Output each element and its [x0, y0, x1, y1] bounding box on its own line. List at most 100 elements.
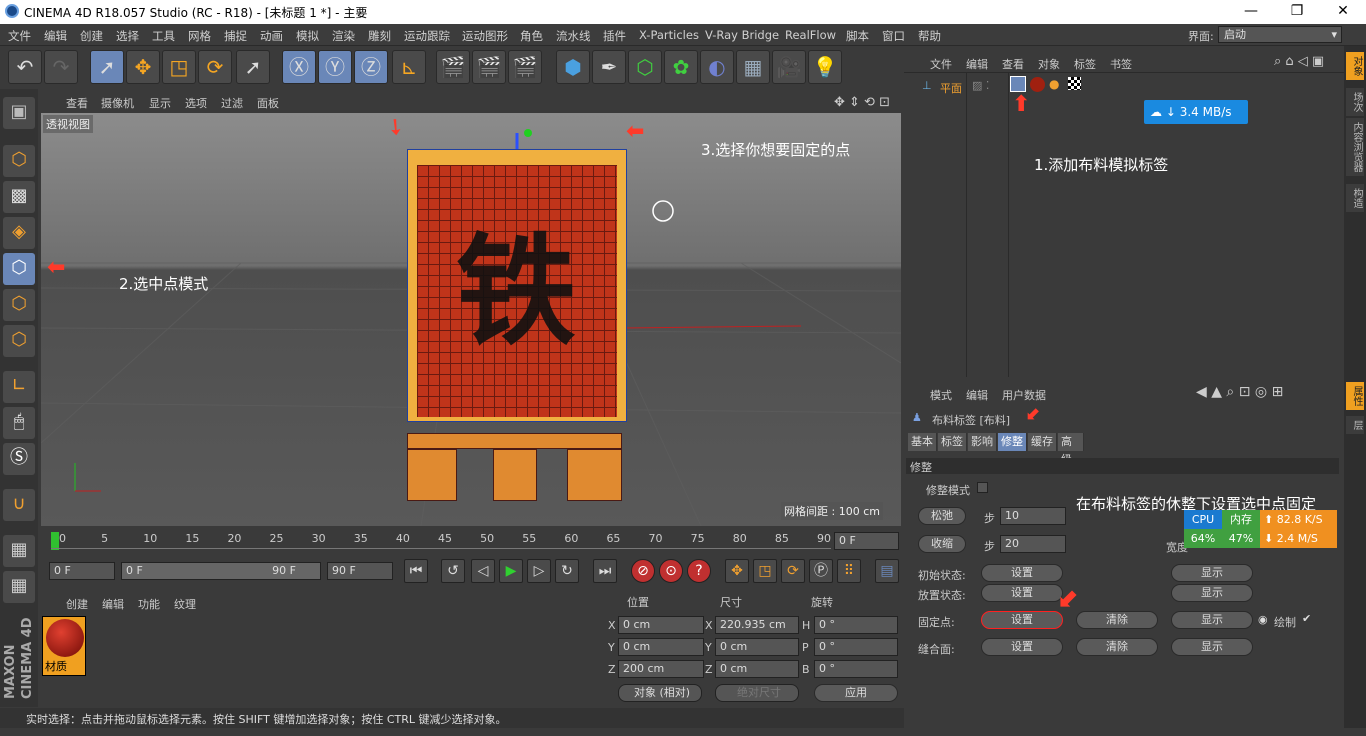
- render-view-button[interactable]: 🎬: [436, 50, 470, 84]
- tab-advanced[interactable]: 高级: [1058, 433, 1084, 466]
- key-position-button[interactable]: ✥: [725, 559, 749, 583]
- key-pla-button[interactable]: ⠿: [837, 559, 861, 583]
- material-menu-texture[interactable]: 纹理: [174, 596, 196, 612]
- menu-vray-bridge[interactable]: V-Ray Bridge: [705, 28, 779, 42]
- tab-basic[interactable]: 基本: [908, 433, 937, 451]
- draw-radio-icon[interactable]: ◉: [1258, 613, 1268, 626]
- fix-points-clear-button[interactable]: 清除: [1076, 611, 1158, 629]
- menu-file[interactable]: 文件: [8, 28, 31, 44]
- seam-clear-button[interactable]: 清除: [1076, 638, 1158, 656]
- tab-tag[interactable]: 标签: [938, 433, 967, 451]
- uvw-tag-icon[interactable]: [1068, 77, 1081, 90]
- size-x-field[interactable]: 220.935 cm: [715, 616, 799, 634]
- scale-tool-button[interactable]: ◳: [162, 50, 196, 84]
- rot-h-field[interactable]: 0 °: [814, 616, 898, 634]
- subdivision-surface-button[interactable]: ⬡: [628, 50, 662, 84]
- tab-influence[interactable]: 影响: [968, 433, 997, 451]
- material-tag-icon[interactable]: [1030, 77, 1045, 92]
- previous-key-button[interactable]: ↺: [441, 559, 465, 583]
- object-menu-objects[interactable]: 对象: [1038, 56, 1060, 72]
- viewport-menu-view[interactable]: 查看: [66, 95, 88, 111]
- menu-tools[interactable]: 工具: [152, 28, 175, 44]
- attr-menu-edit[interactable]: 编辑: [966, 387, 988, 403]
- menu-simulate[interactable]: 模拟: [296, 28, 319, 44]
- menu-render[interactable]: 渲染: [332, 28, 355, 44]
- go-to-start-button[interactable]: ⏮: [404, 559, 428, 583]
- tab-takes[interactable]: 场次: [1346, 88, 1364, 116]
- menu-animate[interactable]: 动画: [260, 28, 283, 44]
- menu-create[interactable]: 创建: [80, 28, 103, 44]
- pos-y-field[interactable]: 0 cm: [618, 638, 704, 656]
- live-select-button[interactable]: ➚: [90, 50, 124, 84]
- rot-b-field[interactable]: 0 °: [814, 660, 898, 678]
- menu-motion-tracking[interactable]: 运动跟踪: [404, 28, 450, 44]
- tab-dresser[interactable]: 修整: [998, 433, 1027, 451]
- tab-layers[interactable]: 层: [1346, 416, 1364, 434]
- tab-content-browser[interactable]: 内容浏览器: [1346, 118, 1364, 176]
- seam-set-button[interactable]: 设置: [981, 638, 1063, 656]
- tab-cache[interactable]: 缓存: [1028, 433, 1057, 451]
- menu-script[interactable]: 脚本: [846, 28, 869, 44]
- cloth-tag-icon[interactable]: [1010, 76, 1026, 92]
- make-editable-button[interactable]: ▣: [3, 97, 35, 129]
- menu-mograph[interactable]: 运动图形: [462, 28, 508, 44]
- attr-nav-icon[interactable]: ◀ ▲ ⌕ ⊡ ◎ ⊞: [1196, 384, 1283, 400]
- cube-object-button[interactable]: ⬢: [556, 50, 590, 84]
- snap-button[interactable]: Ⓢ: [3, 443, 35, 475]
- menu-edit[interactable]: 编辑: [44, 28, 67, 44]
- current-frame-field[interactable]: 0 F: [834, 532, 899, 550]
- close-button[interactable]: ✕: [1320, 0, 1366, 24]
- viewport-navigation-icon[interactable]: ✥ ⇕ ⟲ ⊡: [834, 95, 890, 110]
- render-picture-viewer-button[interactable]: 🎬: [472, 50, 506, 84]
- key-scale-button[interactable]: ◳: [753, 559, 777, 583]
- menu-x-particles[interactable]: X-Particles: [639, 28, 699, 42]
- initial-state-set-button[interactable]: 设置: [981, 564, 1063, 582]
- maximize-button[interactable]: ❐: [1274, 0, 1320, 24]
- initial-state-show-button[interactable]: 显示: [1171, 564, 1253, 582]
- viewport-menu-display[interactable]: 显示: [149, 95, 171, 111]
- object-menu-edit[interactable]: 编辑: [966, 56, 988, 72]
- object-menu-view[interactable]: 查看: [1002, 56, 1024, 72]
- viewport-menu-panel[interactable]: 面板: [257, 95, 279, 111]
- menu-snap[interactable]: 捕捉: [224, 28, 247, 44]
- autokey-button[interactable]: ⊙: [659, 559, 683, 583]
- edges-mode-button[interactable]: ⬡: [3, 289, 35, 321]
- material-menu-edit[interactable]: 编辑: [102, 596, 124, 612]
- object-menu-file[interactable]: 文件: [930, 56, 952, 72]
- shrink-step-field[interactable]: 20: [1000, 535, 1066, 553]
- deformer-button[interactable]: ◐: [700, 50, 734, 84]
- menu-sculpt[interactable]: 雕刻: [368, 28, 391, 44]
- menu-pipeline[interactable]: 流水线: [556, 28, 591, 44]
- tweak-mode-button[interactable]: 🖱: [3, 407, 35, 439]
- camera-object-button[interactable]: 🎥: [772, 50, 806, 84]
- visibility-toggle-icon[interactable]: ▨ ⁚: [972, 79, 989, 92]
- material-menu-create[interactable]: 创建: [66, 596, 88, 612]
- menu-help[interactable]: 帮助: [918, 28, 941, 44]
- light-object-button[interactable]: 💡: [808, 50, 842, 84]
- z-axis-lock-button[interactable]: Ⓩ: [354, 50, 388, 84]
- start-frame-field[interactable]: 0 F: [49, 562, 115, 580]
- tab-attributes[interactable]: 属性: [1346, 382, 1364, 410]
- cloner-button[interactable]: ✿: [664, 50, 698, 84]
- axis-mode-button[interactable]: ∟: [3, 371, 35, 403]
- object-menu-tags[interactable]: 标签: [1074, 56, 1096, 72]
- minimize-button[interactable]: —: [1228, 0, 1274, 24]
- next-key-button[interactable]: ↻: [555, 559, 579, 583]
- texture-mode-button[interactable]: ▩: [3, 181, 35, 213]
- size-z-field[interactable]: 0 cm: [715, 660, 799, 678]
- place-state-show-button[interactable]: 显示: [1171, 584, 1253, 602]
- model-mode-button[interactable]: ⬡: [3, 145, 35, 177]
- key-parameter-button[interactable]: Ⓟ: [809, 559, 833, 583]
- place-state-set-button[interactable]: 设置: [981, 584, 1063, 602]
- key-rotation-button[interactable]: ⟳: [781, 559, 805, 583]
- move-tool-button[interactable]: ✥: [126, 50, 160, 84]
- viewport-menu-cameras[interactable]: 摄像机: [101, 95, 134, 111]
- menu-select[interactable]: 选择: [116, 28, 139, 44]
- viewport-menu-filter[interactable]: 过滤: [221, 95, 243, 111]
- timeline-window-button[interactable]: ▤: [875, 559, 899, 583]
- rot-p-field[interactable]: 0 °: [814, 638, 898, 656]
- next-frame-button[interactable]: ▷: [527, 559, 551, 583]
- dress-mode-checkbox[interactable]: [977, 482, 988, 493]
- timeline-ruler[interactable]: 0 5 10 15 20 25 30 35 40 45 50 55 60 65 70 75 80 85 90 0 F: [41, 528, 901, 554]
- menu-character[interactable]: 角色: [520, 28, 543, 44]
